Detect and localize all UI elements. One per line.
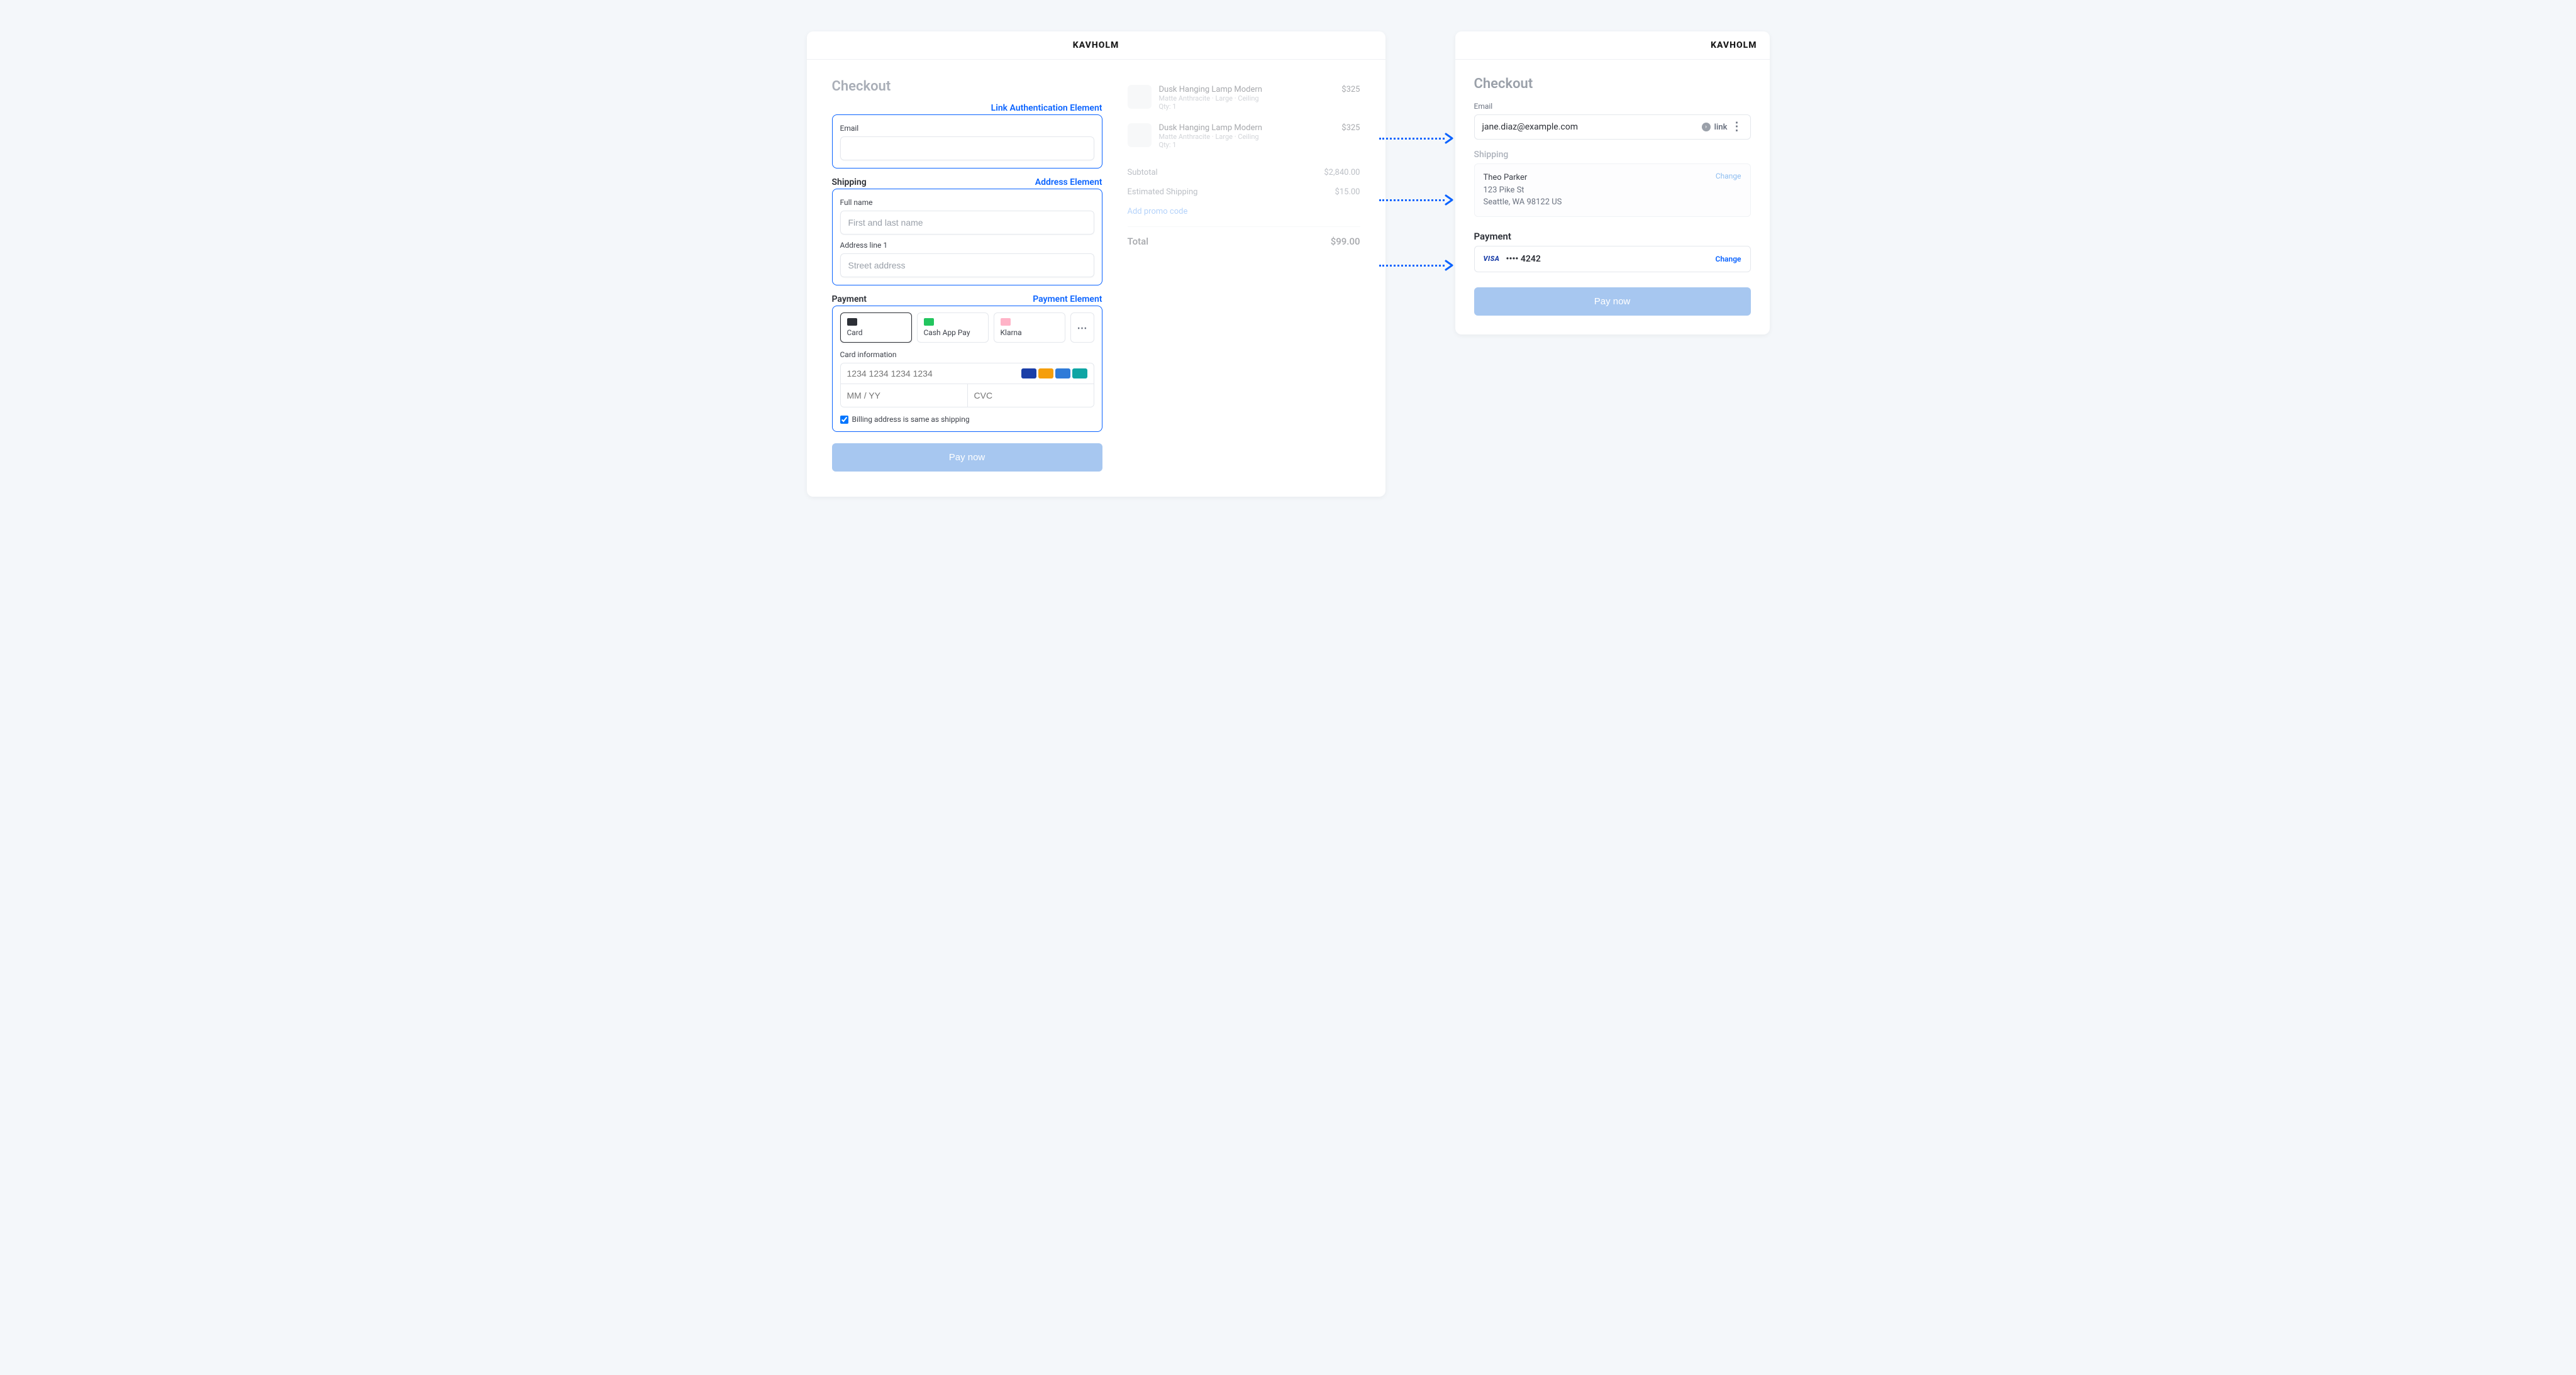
link-arrow-icon: › [1702, 123, 1711, 131]
pm-klarna-label: Klarna [1001, 328, 1058, 337]
card-number-input[interactable] [847, 368, 1021, 378]
card-info-label: Card information [840, 350, 1094, 359]
card-icon [847, 318, 857, 326]
add-promo-link[interactable]: Add promo code [1128, 202, 1360, 221]
line-item: Dusk Hanging Lamp Modern Matte Anthracit… [1128, 117, 1360, 155]
payment-label: Payment [1474, 231, 1751, 242]
total-value: $99.00 [1331, 236, 1360, 247]
product-thumb [1128, 123, 1152, 147]
visa-mark: VISA [1484, 255, 1500, 263]
email-input[interactable] [840, 136, 1094, 160]
shipping-name: Theo Parker [1484, 172, 1562, 184]
mapping-arrow-icon [1379, 192, 1455, 207]
cvc-input[interactable] [968, 384, 1094, 407]
line-item-qty: Qty: 1 [1159, 141, 1335, 149]
fullname-label: Full name [840, 198, 1094, 207]
line-item-title: Dusk Hanging Lamp Modern [1159, 85, 1335, 94]
line-item-variant: Matte Anthracite · Large · Ceiling [1159, 133, 1335, 141]
klarna-icon [1001, 318, 1011, 326]
shipping-line1: 123 Pike St [1484, 184, 1562, 197]
payment-element: Card Cash App Pay Klarna ⋯ [832, 306, 1102, 432]
expiry-input[interactable] [841, 384, 968, 407]
product-thumb [1128, 85, 1152, 109]
page-title: Checkout [832, 79, 1102, 94]
address1-input[interactable] [840, 253, 1094, 277]
payment-method-more[interactable]: ⋯ [1070, 312, 1094, 343]
address1-label: Address line 1 [840, 241, 1094, 250]
shipping-label: Shipping [1474, 150, 1751, 160]
payment-method-klarna[interactable]: Klarna [994, 312, 1065, 343]
billing-same-label: Billing address is same as shipping [852, 415, 970, 424]
checkout-builder-panel: KAVHOLM Checkout Link Authentication Ele… [807, 31, 1385, 497]
mapping-arrow-icon [1379, 131, 1455, 146]
element-tag-auth: Link Authentication Element [991, 103, 1102, 113]
link-brand: link [1714, 123, 1728, 132]
est-shipping-value: $15.00 [1335, 187, 1360, 197]
element-tag-address: Address Element [1035, 177, 1102, 187]
shipping-summary-box: Theo Parker 123 Pike St Seattle, WA 9812… [1474, 163, 1751, 217]
mastercard-icon [1038, 368, 1053, 378]
mapping-arrow-icon [1379, 258, 1455, 273]
checkout-form: Checkout Link Authentication Element Ema… [832, 79, 1102, 472]
line-item-qty: Qty: 1 [1159, 102, 1335, 111]
kebab-icon[interactable]: ⋮ [1731, 121, 1743, 133]
line-item: Dusk Hanging Lamp Modern Matte Anthracit… [1128, 79, 1360, 117]
change-shipping-link[interactable]: Change [1716, 172, 1741, 180]
address-element: Full name Address line 1 [832, 189, 1102, 285]
amex-icon [1055, 368, 1070, 378]
unionpay-icon [1072, 368, 1087, 378]
change-payment-link[interactable]: Change [1716, 255, 1741, 263]
est-shipping-label: Estimated Shipping [1128, 187, 1198, 197]
pm-card-label: Card [847, 328, 905, 337]
billing-same-checkbox[interactable] [840, 416, 848, 424]
card-masked-number: •••• 4242 [1506, 254, 1541, 264]
email-label: Email [1474, 102, 1751, 111]
email-label: Email [840, 124, 1094, 133]
link-authentication-element: Email [832, 114, 1102, 168]
payment-section-label: Payment [832, 294, 867, 304]
brand-logo: KAVHOLM [807, 31, 1385, 60]
checkout-preview-panel: KAVHOLM Checkout Email jane.diaz@example… [1455, 31, 1770, 334]
payment-summary-box: VISA •••• 4242 Change [1474, 246, 1751, 272]
line-item-price: $325 [1341, 85, 1360, 111]
dots-icon: ⋯ [1077, 322, 1087, 334]
line-item-price: $325 [1341, 123, 1360, 149]
fullname-input[interactable] [840, 211, 1094, 235]
pay-now-button[interactable]: Pay now [832, 443, 1102, 472]
cashapp-icon [924, 318, 934, 326]
line-item-title: Dusk Hanging Lamp Modern [1159, 123, 1335, 133]
payment-method-cashapp[interactable]: Cash App Pay [917, 312, 989, 343]
payment-method-card[interactable]: Card [840, 312, 912, 343]
element-tag-payment: Payment Element [1033, 294, 1102, 304]
pay-now-button[interactable]: Pay now [1474, 287, 1751, 316]
brand-logo: KAVHOLM [1455, 31, 1770, 60]
subtotal-value: $2,840.00 [1324, 168, 1360, 177]
total-label: Total [1128, 236, 1149, 247]
order-summary: Dusk Hanging Lamp Modern Matte Anthracit… [1128, 79, 1360, 472]
email-value: jane.diaz@example.com [1482, 122, 1578, 132]
email-filled-box[interactable]: jane.diaz@example.com › link ⋮ [1474, 114, 1751, 140]
visa-icon [1021, 368, 1036, 378]
line-item-variant: Matte Anthracite · Large · Ceiling [1159, 94, 1335, 102]
page-title: Checkout [1474, 76, 1751, 92]
shipping-section-label: Shipping [832, 177, 867, 187]
pm-cashapp-label: Cash App Pay [924, 328, 982, 337]
subtotal-label: Subtotal [1128, 168, 1158, 177]
shipping-line2: Seattle, WA 98122 US [1484, 196, 1562, 209]
